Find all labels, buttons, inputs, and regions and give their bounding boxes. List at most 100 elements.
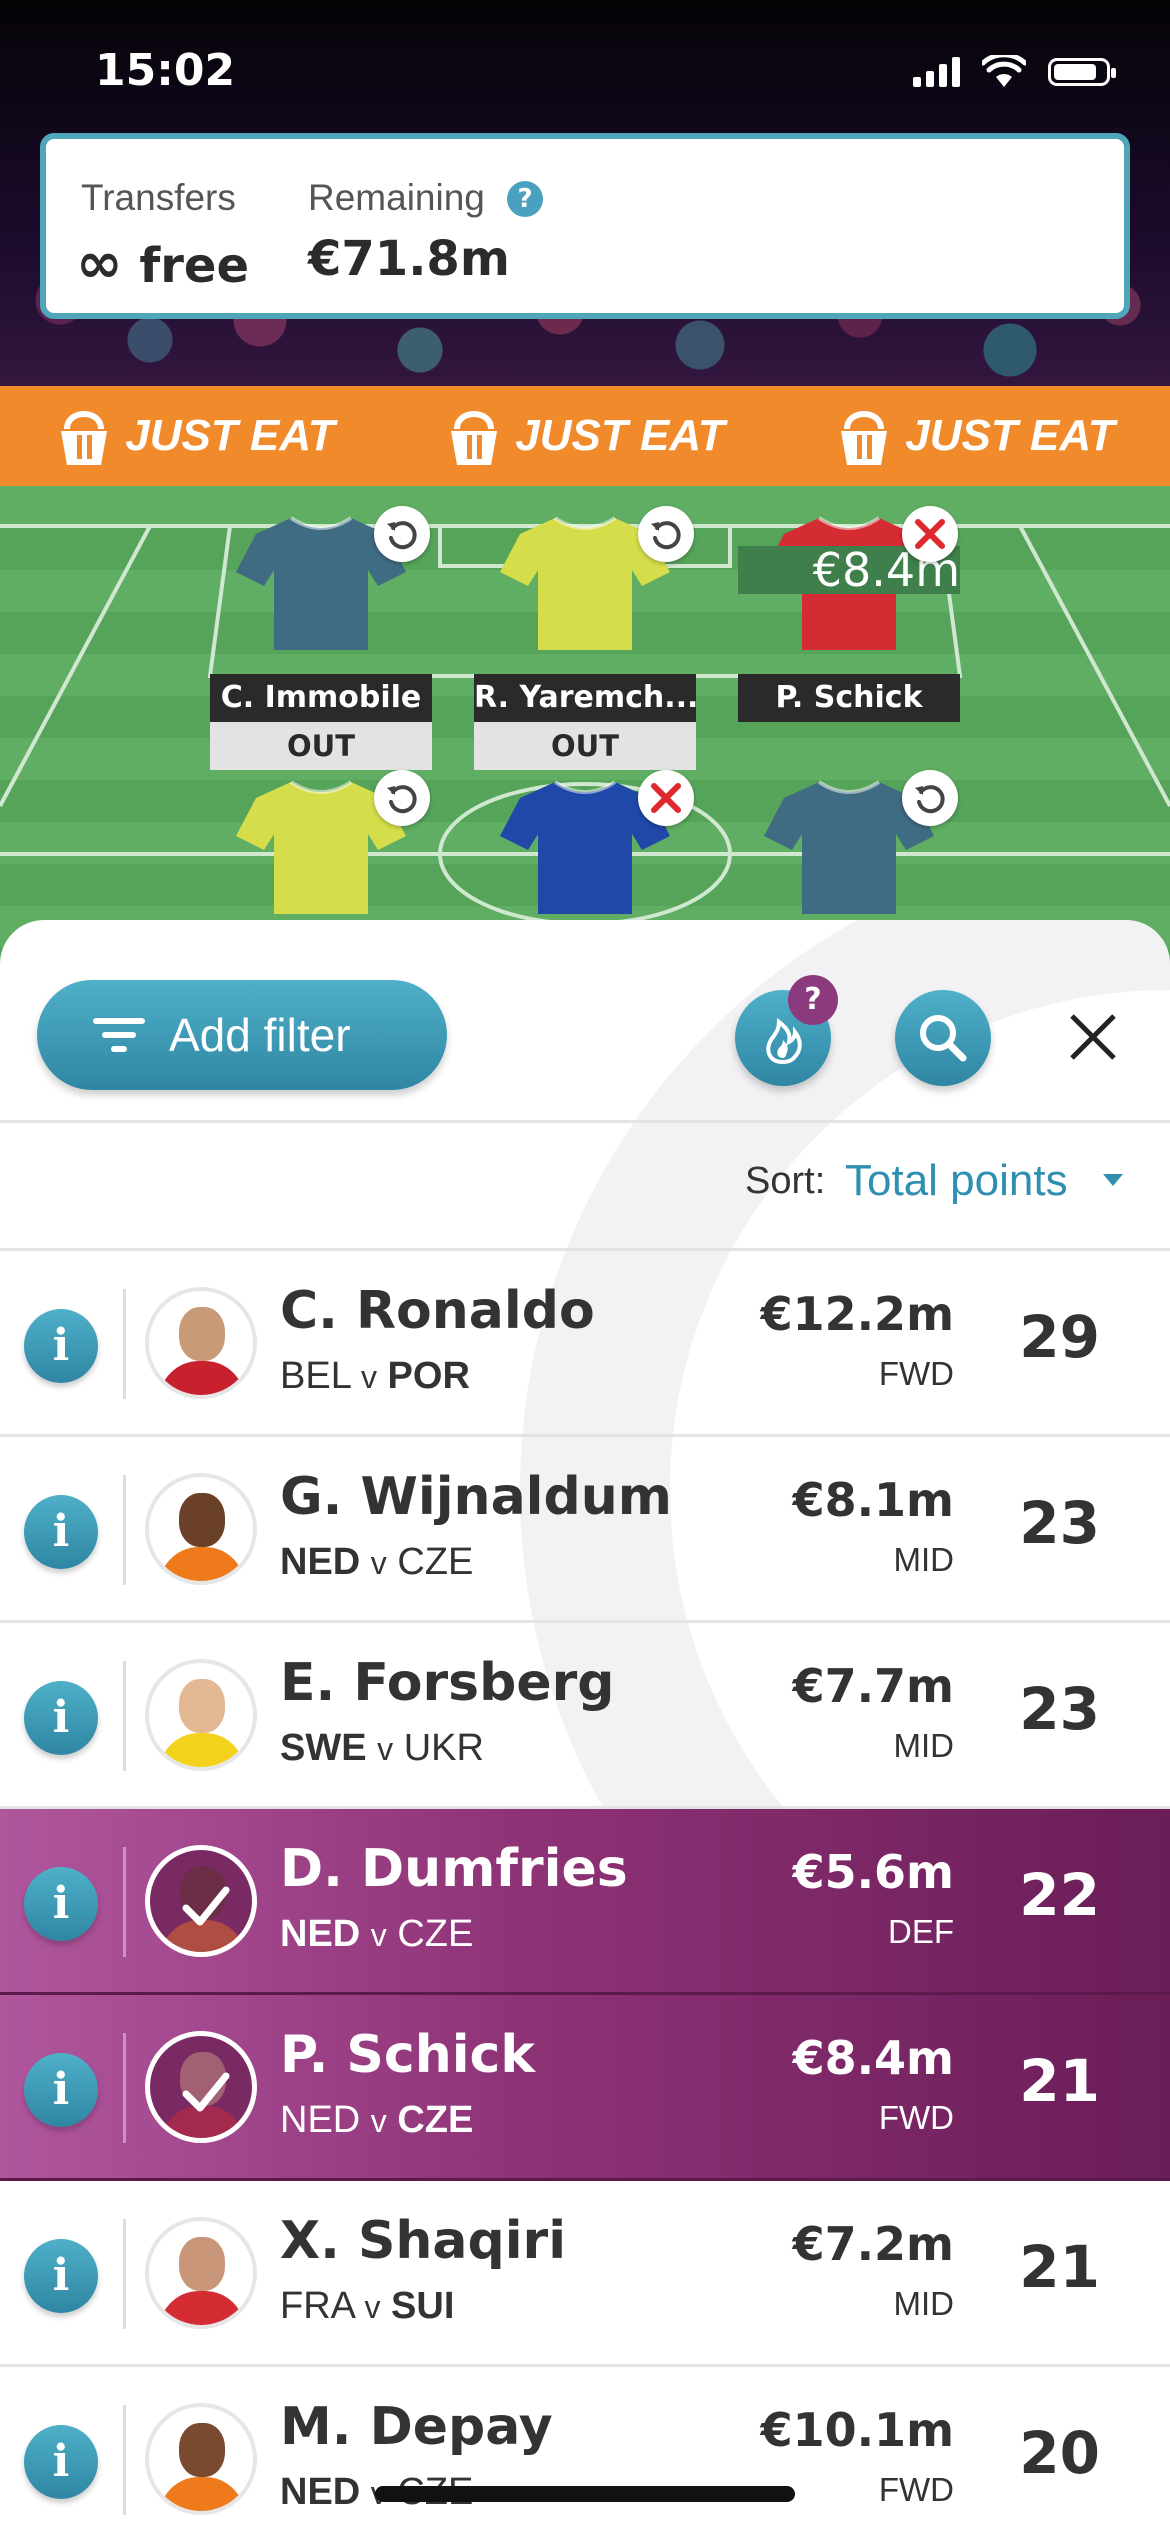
- player-row[interactable]: i M. Depay NED v CZE €10.1m FWD 20: [0, 2367, 1170, 2532]
- toolbar-divider: [0, 1120, 1170, 1123]
- fixture-home: NED: [280, 1541, 361, 1583]
- undo-transfer-button[interactable]: [374, 506, 430, 562]
- fixture-away: POR: [387, 1355, 470, 1397]
- player-position: FWD: [878, 2099, 954, 2136]
- sponsor-text: JUST EAT: [125, 411, 335, 460]
- row-separator: [123, 1289, 126, 1399]
- player-info-button[interactable]: i: [24, 1867, 98, 1941]
- signal-icon: [913, 57, 960, 87]
- player-row[interactable]: i P. Schick NED v CZE €8.4m FWD 21: [0, 1995, 1170, 2181]
- player-points: 22: [1019, 1861, 1100, 1929]
- player-info-button[interactable]: i: [24, 2425, 98, 2499]
- transfers-label: Transfers: [81, 177, 236, 218]
- player-price: €12.2m: [760, 1287, 954, 1341]
- avatar-kit: [159, 2477, 245, 2511]
- battery-icon: [1048, 58, 1116, 86]
- player-price: €7.7m: [792, 1659, 954, 1713]
- player-row[interactable]: i C. Ronaldo BEL v POR €12.2m FWD 29: [0, 1251, 1170, 1437]
- help-icon[interactable]: ?: [507, 181, 543, 217]
- search-button[interactable]: [895, 990, 991, 1086]
- player-info-button[interactable]: i: [24, 2053, 98, 2127]
- undo-icon: [387, 785, 417, 814]
- avatar-face: [179, 1679, 225, 1733]
- slot-player-name: R. Yaremch...: [474, 674, 696, 722]
- takeaway-bag-icon: [451, 411, 498, 465]
- row-separator: [123, 1847, 126, 1957]
- avatar-face: [179, 2237, 225, 2291]
- remaining-budget: €71.8m: [308, 231, 510, 287]
- add-filter-button[interactable]: Add filter: [37, 980, 447, 1090]
- player-points: 21: [1019, 2047, 1100, 2115]
- player-position: MID: [893, 1727, 955, 1764]
- player-points: 20: [1019, 2419, 1100, 2487]
- player-name: M. Depay: [280, 2397, 553, 2457]
- sort-dropdown[interactable]: Total points: [845, 1156, 1068, 1206]
- player-fixture: SWE v UKR: [280, 1727, 484, 1770]
- chevron-down-icon[interactable]: [1103, 1174, 1123, 1186]
- takeaway-bag-icon: [841, 411, 888, 465]
- slot-status: OUT: [474, 722, 696, 770]
- player-info-button[interactable]: i: [24, 1681, 98, 1755]
- checkmark-icon: [182, 1886, 230, 1926]
- player-position: DEF: [888, 1913, 954, 1950]
- close-icon[interactable]: [1068, 1012, 1118, 1062]
- sponsor-logo: JUST EAT: [445, 405, 725, 467]
- home-indicator: [375, 2486, 795, 2502]
- checkmark-icon: [182, 2072, 230, 2112]
- player-price: €7.2m: [792, 2217, 954, 2271]
- search-icon: [920, 1015, 967, 1062]
- transfer-summary-card: Transfers ∞ free Remaining ? €71.8m: [40, 133, 1130, 319]
- avatar: [145, 1845, 257, 1957]
- player-position: MID: [893, 2285, 955, 2322]
- avatar-face: [179, 1493, 225, 1547]
- remove-player-button[interactable]: [638, 770, 694, 826]
- avatar-kit: [159, 1361, 245, 1395]
- player-price: €5.6m: [792, 1845, 954, 1899]
- avatar: [145, 2217, 257, 2329]
- row-separator: [123, 2405, 126, 2515]
- avatar: [145, 2403, 257, 2515]
- fixture-away: CZE: [397, 1913, 474, 1955]
- player-row[interactable]: i X. Shaqiri FRA v SUI €7.2m MID 21: [0, 2181, 1170, 2367]
- player-points: 23: [1019, 1489, 1100, 1557]
- fixture-separator: v: [377, 1731, 394, 1767]
- fixture-home: NED: [280, 1913, 361, 1955]
- player-position: FWD: [878, 1355, 954, 1392]
- slot-status: OUT: [210, 722, 432, 770]
- remaining-label: Remaining: [308, 177, 485, 218]
- player-fixture: NED v CZE: [280, 2099, 473, 2142]
- fixture-away: CZE: [397, 2099, 474, 2141]
- fixture-home: FRA: [280, 2285, 354, 2327]
- player-points: 29: [1019, 1303, 1100, 1371]
- player-fixture: NED v CZE: [280, 1913, 473, 1956]
- remove-player-button[interactable]: [902, 506, 958, 562]
- player-points: 21: [1019, 2233, 1100, 2301]
- status-time: 15:02: [95, 45, 236, 96]
- player-price: €8.4m: [792, 2031, 954, 2085]
- fixture-away: SUI: [391, 2285, 455, 2327]
- player-name: E. Forsberg: [280, 1653, 615, 1713]
- slot-player-name: P. Schick: [738, 674, 960, 722]
- player-fixture: NED v CZE: [280, 1541, 473, 1584]
- remove-icon: [915, 519, 945, 549]
- player-info-button[interactable]: i: [24, 1495, 98, 1569]
- player-name: C. Ronaldo: [280, 1281, 595, 1341]
- avatar: [145, 1287, 257, 1399]
- player-name: G. Wijnaldum: [280, 1467, 672, 1527]
- undo-transfer-button[interactable]: [638, 506, 694, 562]
- player-info-button[interactable]: i: [24, 1309, 98, 1383]
- avatar: [145, 1659, 257, 1771]
- player-row[interactable]: i D. Dumfries NED v CZE €5.6m DEF 22: [0, 1809, 1170, 1995]
- undo-transfer-button[interactable]: [902, 770, 958, 826]
- player-price: €10.1m: [760, 2403, 954, 2457]
- hot-players-info-badge[interactable]: ?: [788, 975, 838, 1025]
- player-row[interactable]: i E. Forsberg SWE v UKR €7.7m MID 23: [0, 1623, 1170, 1809]
- sponsor-logo: JUST EAT: [835, 405, 1115, 467]
- sponsor-logo: JUST EAT: [55, 405, 335, 467]
- fixture-home: NED: [280, 2099, 361, 2141]
- avatar: [145, 1473, 257, 1585]
- avatar-kit: [159, 1547, 245, 1581]
- player-row[interactable]: i G. Wijnaldum NED v CZE €8.1m MID 23: [0, 1437, 1170, 1623]
- undo-transfer-button[interactable]: [374, 770, 430, 826]
- player-info-button[interactable]: i: [24, 2239, 98, 2313]
